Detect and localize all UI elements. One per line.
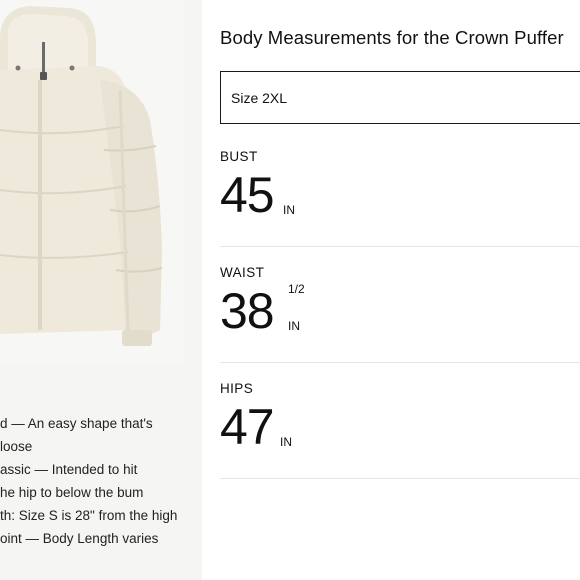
- divider: [220, 478, 580, 479]
- feature-line: loose: [0, 439, 33, 454]
- measurement-unit: IN: [283, 203, 295, 217]
- measurement-label: WAIST: [220, 265, 265, 280]
- measurement-bust: BUST 45 IN: [220, 149, 580, 224]
- size-select-value: Size 2XL: [231, 90, 288, 106]
- measurement-hips: HIPS 47 IN: [220, 381, 580, 456]
- measurement-value: 45: [220, 167, 275, 223]
- size-select[interactable]: Size 2XL: [220, 71, 580, 124]
- feature-line: th: Size S is 28" from the high: [0, 508, 178, 523]
- feature-line: assic — Intended to hit: [0, 462, 138, 477]
- divider: [220, 362, 580, 363]
- measurement-value: 38: [220, 283, 275, 339]
- panel-title: Body Measurements for the Crown Puffer: [220, 27, 564, 48]
- measurement-label: HIPS: [220, 381, 254, 396]
- measurement-waist: WAIST 38 1/2 IN: [220, 265, 580, 340]
- product-panel: d — An easy shape that's loose assic — I…: [0, 0, 202, 580]
- measurement-unit: IN: [280, 435, 292, 449]
- divider: [220, 246, 580, 247]
- measurement-unit: IN: [288, 319, 300, 333]
- feature-line: d — An easy shape that's: [0, 416, 153, 431]
- body-measurements-panel: Body Measurements for the Crown Puffer S…: [202, 0, 580, 580]
- feature-line: oint — Body Length varies: [0, 531, 159, 546]
- feature-line: he hip to below the bum: [0, 485, 144, 500]
- measurement-label: BUST: [220, 149, 258, 164]
- product-image: [0, 0, 184, 366]
- puffer-jacket-image: [0, 0, 184, 366]
- measurement-fraction: 1/2: [288, 282, 305, 296]
- measurement-value: 47: [220, 399, 275, 455]
- product-features-list: d — An easy shape that's loose assic — I…: [0, 412, 200, 550]
